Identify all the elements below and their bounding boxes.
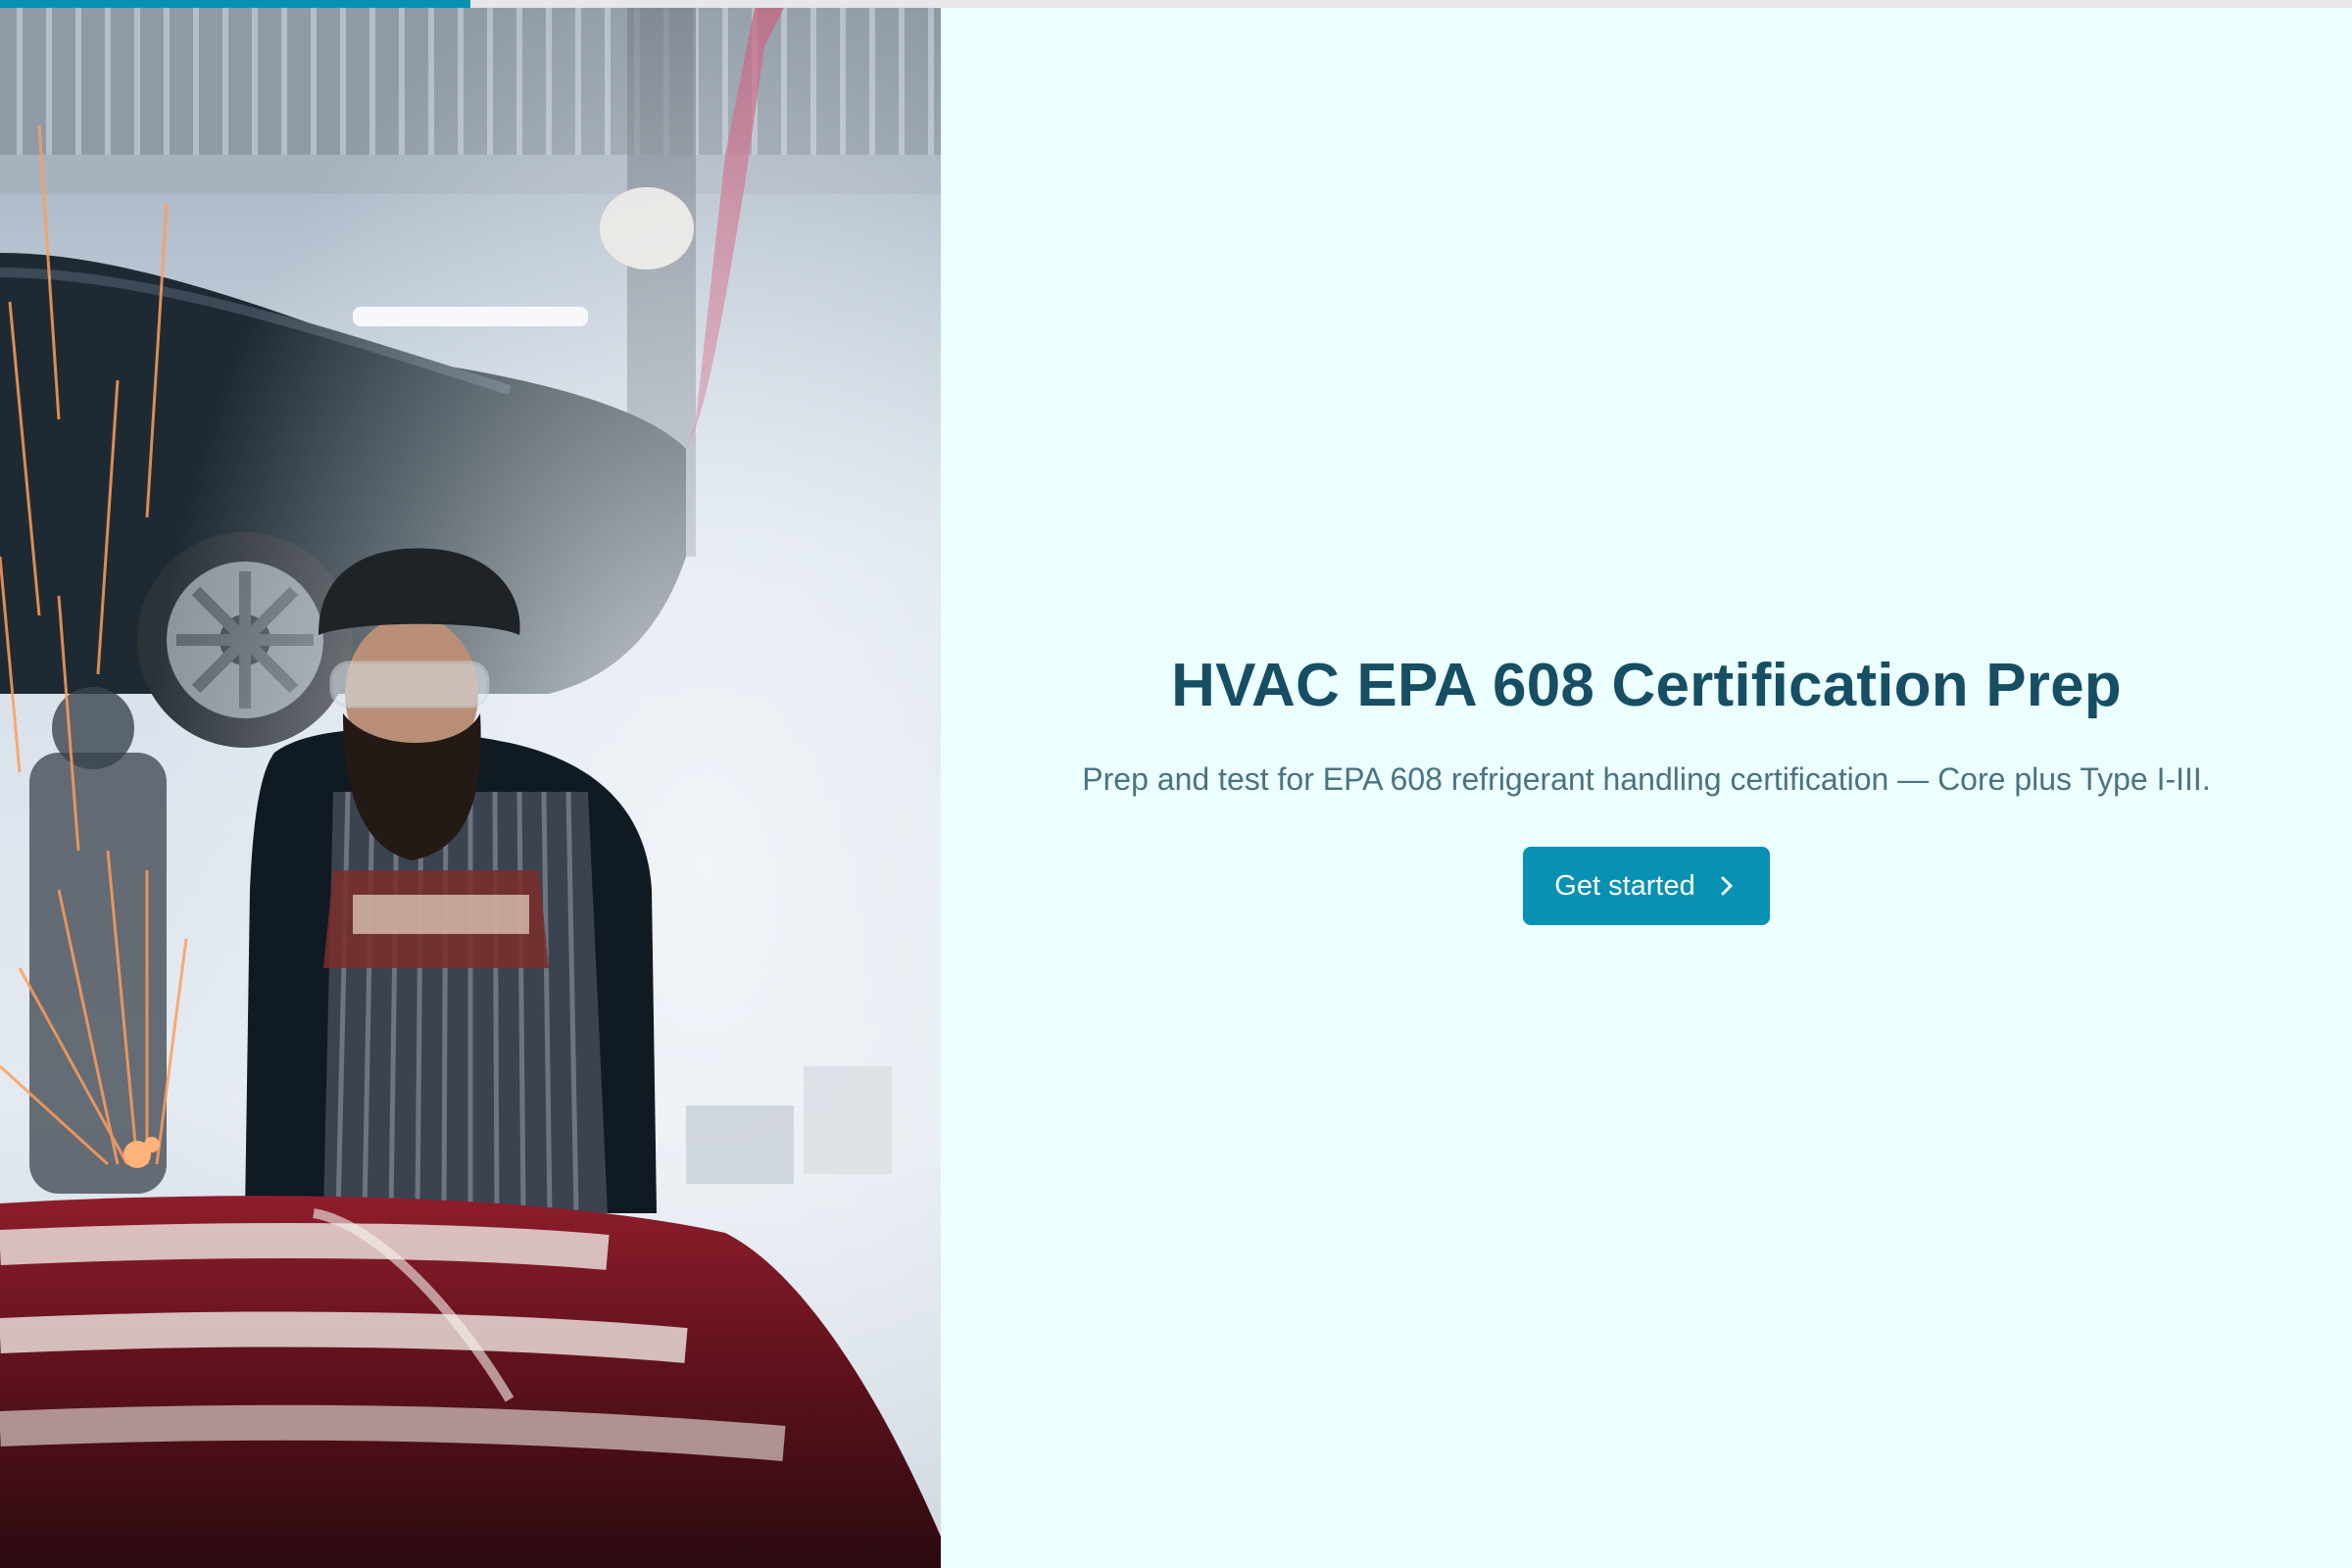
page-subtitle: Prep and test for EPA 608 refrigerant ha… (1082, 761, 2211, 797)
chevron-right-icon (1717, 874, 1737, 898)
hero-image (0, 8, 941, 1568)
page-title: HVAC EPA 608 Certification Prep (1171, 652, 2122, 719)
main-content: HVAC EPA 608 Certification Prep Prep and… (941, 8, 2352, 1568)
progress-bar (0, 0, 2352, 8)
get-started-label: Get started (1554, 869, 1695, 902)
welcome-page: HVAC EPA 608 Certification Prep Prep and… (0, 0, 2352, 1568)
get-started-button[interactable]: Get started (1523, 847, 1770, 925)
progress-bar-fill (0, 0, 470, 8)
